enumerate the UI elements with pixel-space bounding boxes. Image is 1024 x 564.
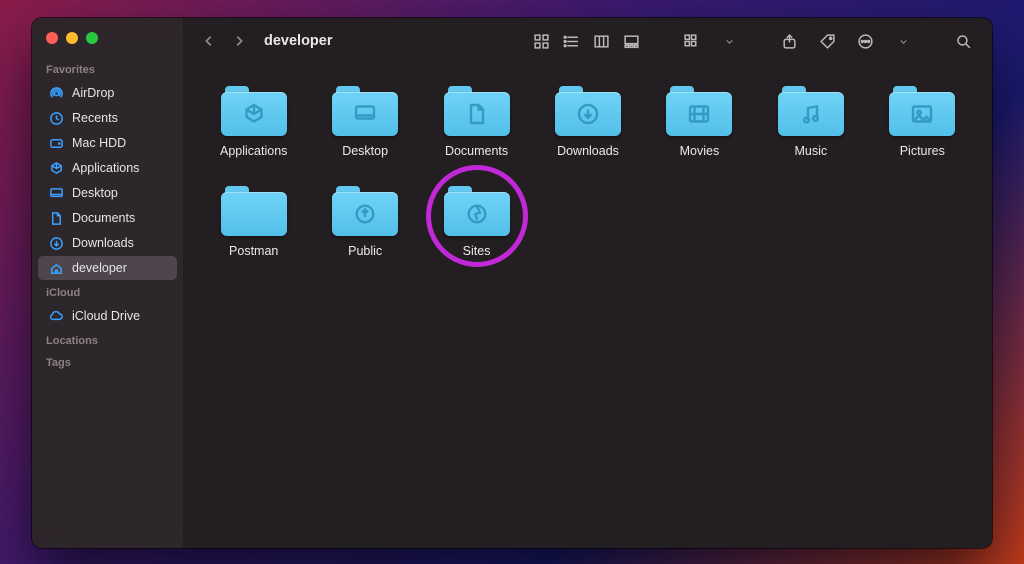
sidebar-item-label: iCloud Drive <box>72 309 140 323</box>
apps-icon <box>48 160 64 176</box>
sidebar-item-icloud-drive[interactable]: iCloud Drive <box>38 304 177 328</box>
action-menu-button[interactable] <box>850 29 880 53</box>
folder-label: Pictures <box>900 144 945 158</box>
view-gallery-button[interactable] <box>616 29 646 53</box>
folder-label: Downloads <box>557 144 619 158</box>
clock-icon <box>48 110 64 126</box>
sidebar-section-favorites: Favorites <box>32 58 183 80</box>
share-button[interactable] <box>774 29 804 53</box>
nav-back-button[interactable] <box>198 30 220 52</box>
hdd-icon <box>48 135 64 151</box>
sidebar-item-developer[interactable]: developer <box>38 256 177 280</box>
search-button[interactable] <box>948 29 978 53</box>
download-icon <box>48 235 64 251</box>
folder-icon <box>332 86 398 136</box>
sidebar-item-label: AirDrop <box>72 86 114 100</box>
folder-icon <box>444 86 510 136</box>
sidebar-item-mac-hdd[interactable]: Mac HDD <box>38 131 177 155</box>
folder-music[interactable]: Music <box>759 86 862 158</box>
cloud-icon <box>48 308 64 324</box>
group-by-chevron-icon[interactable] <box>714 29 744 53</box>
folder-label: Documents <box>445 144 508 158</box>
sidebar: Favorites AirDrop Recents Mac HDD Applicati… <box>32 18 184 548</box>
sidebar-item-desktop[interactable]: Desktop <box>38 181 177 205</box>
sidebar-section-locations: Locations <box>32 329 183 351</box>
folder-downloads[interactable]: Downloads <box>536 86 639 158</box>
folder-icon <box>889 86 955 136</box>
sidebar-item-label: Applications <box>72 161 139 175</box>
sidebar-item-label: Desktop <box>72 186 118 200</box>
tags-button[interactable] <box>812 29 842 53</box>
main-pane: developer Applications Desktop Documents Do… <box>184 18 992 548</box>
sidebar-item-label: Recents <box>72 111 118 125</box>
folder-movies[interactable]: Movies <box>648 86 751 158</box>
close-window-button[interactable] <box>46 32 58 44</box>
view-column-button[interactable] <box>586 29 616 53</box>
minimize-window-button[interactable] <box>66 32 78 44</box>
location-title: developer <box>264 33 333 49</box>
folder-grid: Applications Desktop Documents Downloads Mov… <box>184 64 992 548</box>
folder-icon <box>778 86 844 136</box>
view-icon-button[interactable] <box>526 29 556 53</box>
sidebar-item-label: developer <box>72 261 127 275</box>
folder-sites[interactable]: Sites <box>425 186 528 258</box>
view-list-button[interactable] <box>556 29 586 53</box>
folder-label: Applications <box>220 144 287 158</box>
window-controls <box>32 28 183 58</box>
nav-forward-button[interactable] <box>228 30 250 52</box>
folder-label: Movies <box>680 144 720 158</box>
view-switch-group <box>526 29 646 53</box>
folder-icon <box>444 186 510 236</box>
finder-window: Favorites AirDrop Recents Mac HDD Applicati… <box>32 18 992 548</box>
folder-label: Desktop <box>342 144 388 158</box>
folder-icon <box>221 86 287 136</box>
folder-public[interactable]: Public <box>313 186 416 258</box>
folder-postman[interactable]: Postman <box>202 186 305 258</box>
sidebar-section-icloud: iCloud <box>32 281 183 303</box>
sidebar-item-label: Mac HDD <box>72 136 126 150</box>
doc-icon <box>48 210 64 226</box>
sidebar-item-downloads[interactable]: Downloads <box>38 231 177 255</box>
sidebar-item-label: Documents <box>72 211 135 225</box>
folder-pictures[interactable]: Pictures <box>871 86 974 158</box>
folder-applications[interactable]: Applications <box>202 86 305 158</box>
folder-icon <box>332 186 398 236</box>
group-by-button[interactable] <box>676 29 706 53</box>
folder-label: Postman <box>229 244 278 258</box>
desktop-icon <box>48 185 64 201</box>
folder-desktop[interactable]: Desktop <box>313 86 416 158</box>
sidebar-item-recents[interactable]: Recents <box>38 106 177 130</box>
toolbar: developer <box>184 18 992 64</box>
home-icon <box>48 260 64 276</box>
folder-label: Music <box>795 144 828 158</box>
sidebar-section-tags: Tags <box>32 351 183 373</box>
folder-documents[interactable]: Documents <box>425 86 528 158</box>
folder-icon <box>221 186 287 236</box>
action-menu-chevron-icon[interactable] <box>888 29 918 53</box>
sidebar-item-documents[interactable]: Documents <box>38 206 177 230</box>
airdrop-icon <box>48 85 64 101</box>
folder-label: Public <box>348 244 382 258</box>
folder-icon <box>666 86 732 136</box>
fullscreen-window-button[interactable] <box>86 32 98 44</box>
sidebar-item-label: Downloads <box>72 236 134 250</box>
folder-icon <box>555 86 621 136</box>
sidebar-item-applications[interactable]: Applications <box>38 156 177 180</box>
sidebar-item-airdrop[interactable]: AirDrop <box>38 81 177 105</box>
folder-label: Sites <box>463 244 491 258</box>
